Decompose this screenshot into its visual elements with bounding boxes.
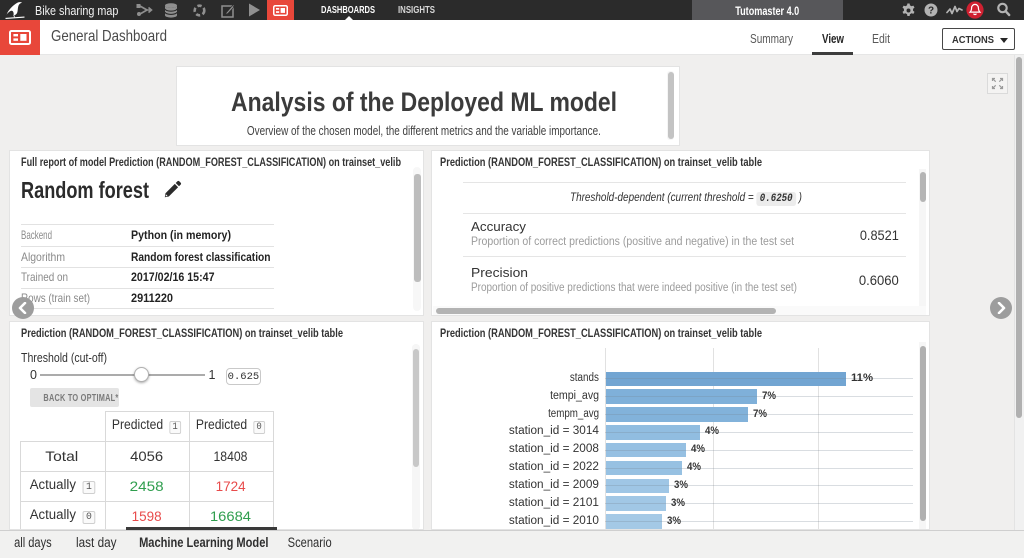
svg-text:?: ? xyxy=(928,6,934,17)
